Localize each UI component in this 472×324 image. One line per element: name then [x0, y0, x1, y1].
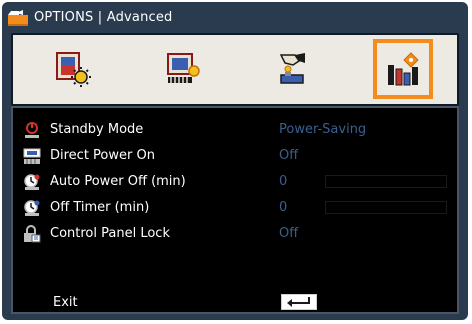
menu-row-label: Standby Mode — [50, 122, 144, 137]
display-settings-icon — [167, 53, 200, 83]
enter-key-icon — [287, 297, 310, 307]
menu-row-auto-power-off[interactable]: Auto Power Off (min) 0 — [13, 170, 457, 194]
exit-label[interactable]: Exit — [53, 295, 78, 310]
off-timer-slider[interactable] — [325, 201, 447, 214]
image-settings-icon — [56, 52, 91, 87]
menu-tab-bar — [11, 33, 459, 106]
osd-menu-window: OPTIONS | Advanced Standby Mode Power-Sa… — [2, 2, 468, 320]
exit-button[interactable] — [281, 294, 317, 310]
options-folder-icon — [7, 9, 29, 27]
menu-row-label: Auto Power Off (min) — [50, 174, 186, 189]
tab-image-settings[interactable] — [43, 39, 103, 99]
options-advanced-panel: Standby Mode Power-Saving Direct Power O… — [11, 106, 459, 314]
auto-power-off-slider[interactable] — [325, 175, 447, 188]
menu-row-value: Off — [279, 148, 299, 163]
window-title: OPTIONS | Advanced — [34, 10, 173, 25]
tab-setup[interactable] — [261, 39, 321, 99]
menu-row-value: 0 — [279, 174, 288, 189]
off-timer-icon — [23, 199, 41, 217]
options-icon — [388, 52, 419, 86]
menu-row-off-timer[interactable]: Off Timer (min) 0 — [13, 196, 457, 220]
menu-row-value: 0 — [279, 200, 288, 215]
standby-mode-icon — [23, 121, 41, 139]
menu-row-value: Off — [279, 226, 299, 241]
tab-display[interactable] — [153, 39, 213, 99]
setup-icon — [279, 53, 305, 84]
menu-row-label: Control Panel Lock — [50, 226, 170, 241]
menu-row-control-panel-lock[interactable]: Control Panel Lock Off — [13, 222, 457, 246]
auto-power-off-icon — [23, 173, 41, 191]
menu-row-direct-power-on[interactable]: Direct Power On Off — [13, 144, 457, 168]
tab-options[interactable] — [373, 39, 433, 99]
direct-power-on-icon — [23, 147, 41, 165]
menu-row-value: Power-Saving — [279, 122, 367, 137]
menu-row-label: Direct Power On — [50, 148, 155, 163]
menu-row-label: Off Timer (min) — [50, 200, 150, 215]
menu-row-standby-mode[interactable]: Standby Mode Power-Saving — [13, 118, 457, 142]
title-bar: OPTIONS | Advanced — [2, 2, 468, 32]
control-panel-lock-icon — [23, 225, 41, 243]
